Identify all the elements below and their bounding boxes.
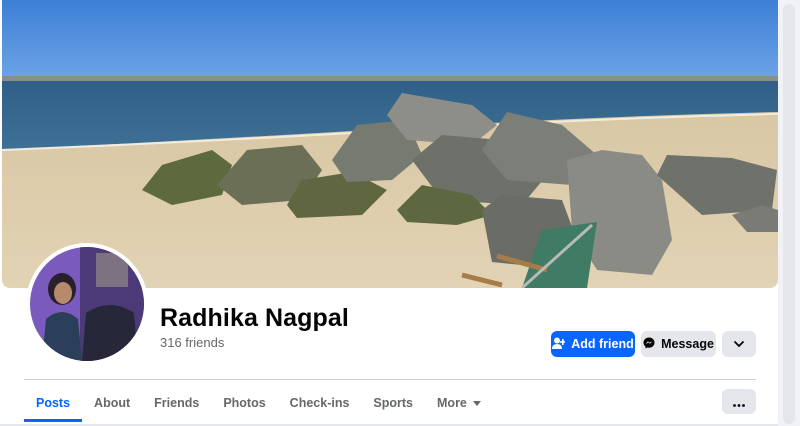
profile-options-dropdown[interactable] [722, 331, 756, 357]
tab-sports-label: Sports [373, 396, 414, 410]
message-button[interactable]: Message [641, 331, 716, 357]
tab-more-label: More [437, 396, 467, 410]
tab-photos-label: Photos [223, 396, 266, 410]
tab-about-label: About [94, 396, 131, 410]
add-friend-label: Add friend [571, 337, 634, 351]
profile-photo [30, 247, 144, 361]
person-plus-icon [552, 337, 567, 352]
tab-friends[interactable]: Friends [142, 384, 211, 422]
tab-check-ins[interactable]: Check-ins [278, 384, 362, 422]
tab-more[interactable]: More [425, 384, 493, 422]
cover-photo[interactable] [2, 0, 778, 288]
messenger-icon [643, 337, 655, 352]
cover-photo-image [2, 0, 778, 288]
profile-avatar[interactable] [26, 243, 148, 365]
scrollbar-thumb[interactable] [783, 4, 795, 424]
tab-about[interactable]: About [82, 384, 142, 422]
page-scrollbar[interactable] [778, 0, 800, 426]
tab-posts-label: Posts [36, 396, 71, 410]
caret-down-icon [472, 400, 481, 406]
tab-photos[interactable]: Photos [211, 384, 277, 422]
add-friend-button[interactable]: Add friend [551, 331, 635, 357]
message-label: Message [661, 337, 714, 351]
header-divider [24, 379, 756, 380]
chevron-down-icon [733, 337, 745, 351]
ellipsis-icon [733, 394, 745, 410]
tab-posts[interactable]: Posts [24, 384, 83, 422]
friends-count[interactable]: 316 friends [160, 335, 224, 350]
profile-tabs: Posts About Friends Photos Check-ins Spo… [24, 384, 493, 422]
tab-friends-label: Friends [154, 396, 200, 410]
tabs-overflow-button[interactable] [722, 389, 756, 414]
tab-sports[interactable]: Sports [361, 384, 425, 422]
tab-check-ins-label: Check-ins [289, 396, 350, 410]
profile-name: Radhika Nagpal [160, 304, 349, 332]
